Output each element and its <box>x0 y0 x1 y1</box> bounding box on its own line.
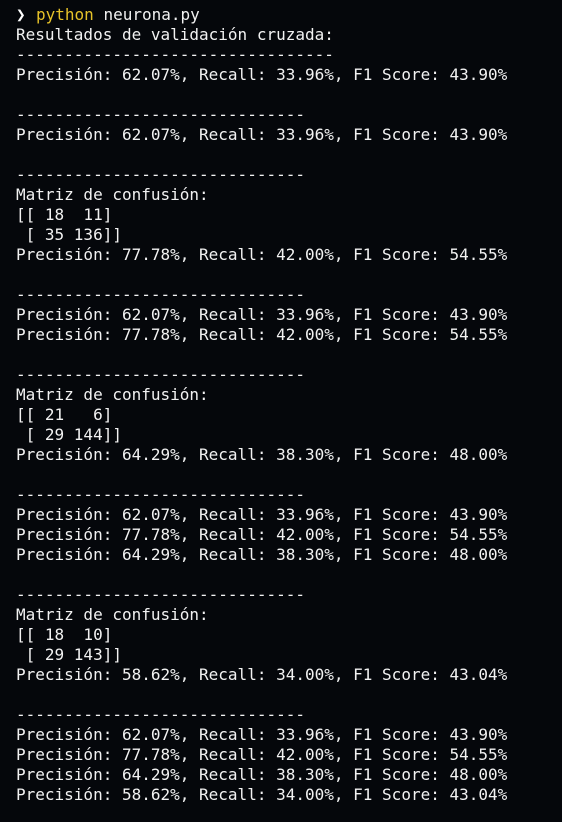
output-line: --------------------------------- <box>16 45 334 64</box>
output-line: Precisión: 62.07%, Recall: 33.96%, F1 Sc… <box>16 65 508 84</box>
output-line: Matriz de confusión: <box>16 605 209 624</box>
output-line: ------------------------------ <box>16 705 305 724</box>
prompt-line: ❯ python neurona.py <box>0 5 562 25</box>
output-line: [[ 18 10] <box>16 625 113 644</box>
output-line: [ 29 143]] <box>16 645 122 664</box>
output-line: ------------------------------ <box>16 365 305 384</box>
output-line: Precisión: 62.07%, Recall: 33.96%, F1 Sc… <box>16 125 508 144</box>
output-line: Precisión: 64.29%, Recall: 38.30%, F1 Sc… <box>16 765 508 784</box>
output-line: ------------------------------ <box>16 285 305 304</box>
output-line: Precisión: 77.78%, Recall: 42.00%, F1 Sc… <box>16 525 508 544</box>
output-line: Precisión: 58.62%, Recall: 34.00%, F1 Sc… <box>16 785 508 804</box>
terminal-window[interactable]: ❯ python neurona.py Resultados de valida… <box>0 0 562 822</box>
command-name: python <box>36 5 94 24</box>
output-line: [[ 18 11] <box>16 205 113 224</box>
output-line: Precisión: 77.78%, Recall: 42.00%, F1 Sc… <box>16 245 508 264</box>
terminal-output: Resultados de validación cruzada: -------… <box>0 25 562 805</box>
command-argument: neurona.py <box>103 5 200 24</box>
output-line: Precisión: 62.07%, Recall: 33.96%, F1 Sc… <box>16 305 508 324</box>
output-line: Precisión: 64.29%, Recall: 38.30%, F1 Sc… <box>16 445 508 464</box>
output-line: ------------------------------ <box>16 585 305 604</box>
output-line: ------------------------------ <box>16 485 305 504</box>
output-line: [ 29 144]] <box>16 425 122 444</box>
output-line: Precisión: 77.78%, Recall: 42.00%, F1 Sc… <box>16 745 508 764</box>
output-line: Resultados de validación cruzada: <box>16 25 334 44</box>
output-line: [ 35 136]] <box>16 225 122 244</box>
output-line: ------------------------------ <box>16 105 305 124</box>
output-line: Matriz de confusión: <box>16 385 209 404</box>
chevron-right-icon: ❯ <box>16 5 26 24</box>
output-line: Precisión: 64.29%, Recall: 38.30%, F1 Sc… <box>16 545 508 564</box>
output-line: Precisión: 62.07%, Recall: 33.96%, F1 Sc… <box>16 725 508 744</box>
output-line: Precisión: 77.78%, Recall: 42.00%, F1 Sc… <box>16 325 508 344</box>
output-line: Matriz de confusión: <box>16 185 209 204</box>
output-line: Precisión: 58.62%, Recall: 34.00%, F1 Sc… <box>16 665 508 684</box>
output-line: [[ 21 6] <box>16 405 113 424</box>
output-line: Precisión: 62.07%, Recall: 33.96%, F1 Sc… <box>16 505 508 524</box>
output-line: ------------------------------ <box>16 165 305 184</box>
